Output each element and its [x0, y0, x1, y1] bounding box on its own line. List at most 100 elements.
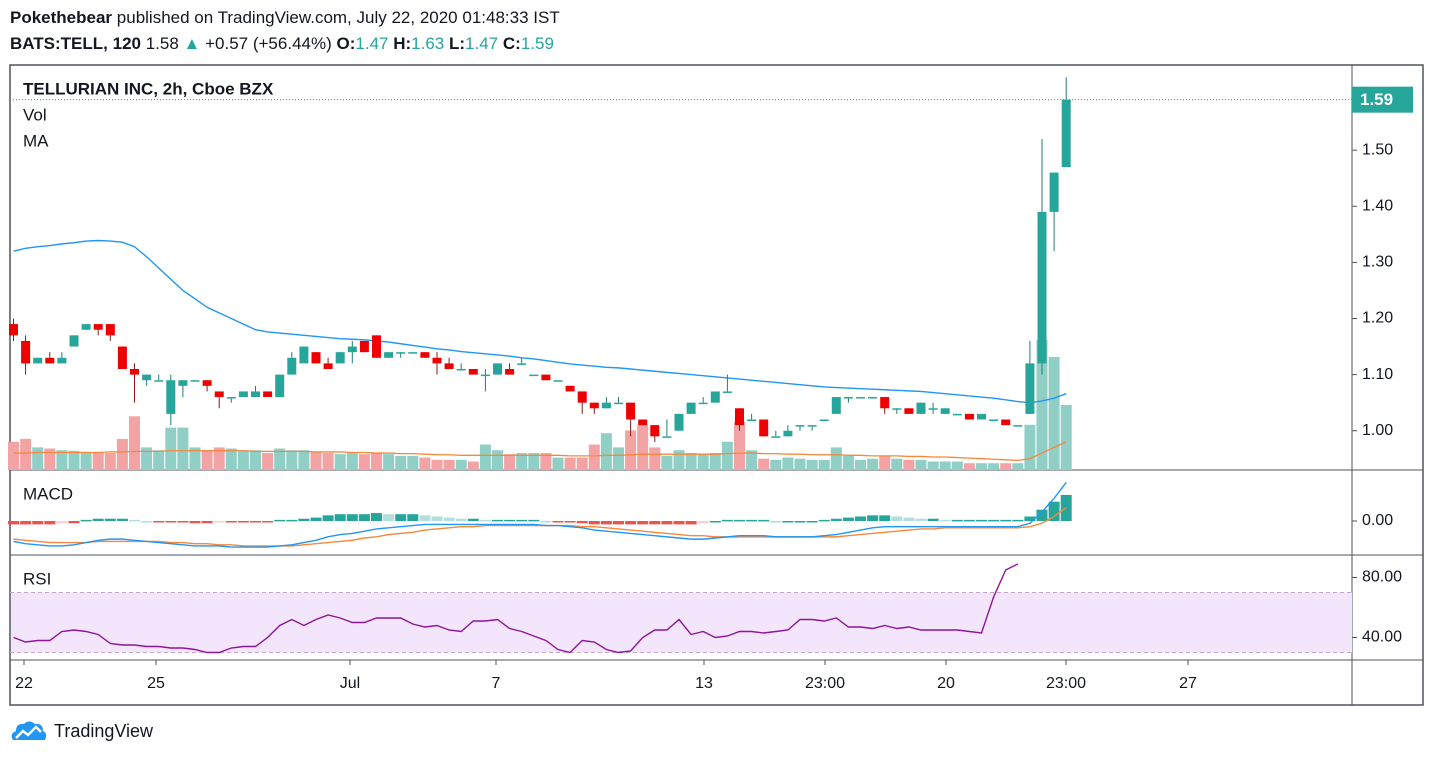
candle-body	[638, 419, 648, 426]
volume-bar	[504, 454, 516, 470]
volume-bar	[939, 461, 951, 470]
volume-bar	[492, 450, 503, 470]
macd-histogram-bar	[625, 521, 637, 525]
macd-histogram-bar	[286, 519, 298, 522]
price-chart[interactable]: 1.59 1.50 1.40 1.30 1.20 1.10 1.00 TELLURIAN IN…	[0, 0, 1435, 760]
candle-body	[868, 397, 878, 399]
candle-body	[105, 324, 115, 336]
macd-histogram-bar	[395, 514, 407, 521]
macd-histogram-bar	[92, 518, 104, 521]
macd-histogram-bar	[613, 521, 624, 525]
candle-body	[238, 391, 248, 398]
volume-bar	[613, 447, 624, 470]
candle-body	[299, 346, 309, 364]
macd-histogram-bar	[867, 515, 879, 521]
last-price-label: 1.59	[1360, 90, 1393, 109]
volume-bar	[951, 461, 963, 470]
candle-body	[81, 324, 91, 330]
price-tick-label: 1.40	[1362, 197, 1393, 214]
candle-body	[662, 436, 672, 438]
candle-body	[130, 369, 139, 375]
candle-body	[1049, 172, 1059, 212]
candle-body	[359, 340, 369, 353]
volume-bar	[758, 458, 770, 470]
macd-histogram-bar	[673, 521, 685, 525]
macd-histogram-bar	[927, 518, 939, 521]
candle-body	[9, 324, 18, 336]
candle-body	[565, 385, 575, 392]
time-tick-label: 23:00	[805, 675, 845, 692]
macd-histogram-bar	[322, 515, 334, 521]
macd-histogram-bar	[939, 519, 951, 522]
volume-bar	[20, 438, 32, 470]
macd-histogram-bar	[104, 518, 116, 521]
volume-bar	[104, 453, 116, 470]
macd-histogram-bar	[455, 518, 467, 521]
macd-histogram-bar	[903, 517, 915, 521]
macd-histogram-bar	[951, 519, 963, 522]
volume-bar	[92, 453, 104, 470]
volume-bar	[685, 453, 697, 470]
macd-histogram-bar	[552, 521, 564, 523]
candle-body	[989, 419, 999, 421]
volume-bar	[600, 433, 612, 470]
candle-body	[1037, 211, 1047, 364]
candle-body	[892, 408, 902, 410]
candle-body	[468, 369, 478, 375]
volume-bar	[153, 450, 165, 470]
macd-label: MACD	[23, 484, 73, 503]
macd-histogram-bar	[721, 519, 733, 522]
volume-bar	[286, 450, 298, 470]
volume-bar	[806, 459, 818, 470]
candle-body	[626, 402, 636, 420]
volume-bar	[963, 463, 975, 470]
volume-bar	[1012, 463, 1024, 470]
candle-body	[529, 374, 539, 377]
volume-bar	[1024, 424, 1036, 470]
brand-name: TradingView	[54, 720, 154, 741]
macd-histogram-bar	[177, 521, 189, 523]
time-tick-label: 22	[15, 675, 33, 692]
macd-histogram-bar	[431, 516, 443, 521]
rsi-label: RSI	[23, 569, 51, 588]
volume-bar	[649, 447, 661, 470]
footer-brand[interactable]: TradingView	[10, 720, 153, 742]
macd-histogram-bar	[443, 517, 455, 521]
candle-body	[964, 413, 974, 420]
macd-histogram-bar	[492, 519, 503, 522]
candle-body	[904, 408, 914, 414]
macd-histogram-bar	[80, 519, 92, 522]
candle-body	[977, 413, 986, 420]
candle-body	[93, 324, 103, 330]
macd-histogram-bar	[32, 521, 44, 525]
volume-bar	[116, 438, 128, 470]
macd-histogram-bar	[334, 514, 346, 521]
macd-histogram-bar	[600, 521, 612, 525]
candle-body	[880, 397, 890, 409]
volume-bar	[419, 457, 431, 470]
candle-body	[456, 369, 466, 371]
price-tick-label: 1.20	[1362, 310, 1393, 327]
volume-bar	[625, 430, 637, 470]
volume-bar	[371, 453, 382, 470]
volume-bar	[830, 447, 842, 470]
volume-bar	[770, 459, 782, 470]
volume-bar	[334, 454, 346, 470]
macd-histogram-bar	[782, 521, 794, 523]
candle-body	[686, 402, 696, 414]
candle-body	[856, 397, 865, 399]
volume-bar	[721, 441, 733, 470]
macd-histogram-bar	[274, 519, 286, 522]
candle-body	[335, 352, 345, 364]
volume-bar	[298, 450, 310, 470]
volume-bar	[56, 450, 68, 470]
candle-body	[843, 397, 853, 399]
macd-histogram-bar	[963, 519, 975, 522]
volume-bar	[165, 427, 177, 470]
macd-histogram-bar	[734, 519, 745, 522]
candle-body	[735, 408, 744, 426]
volume-bar	[1060, 405, 1072, 470]
macd-histogram-bar	[637, 521, 649, 525]
macd-histogram-bar	[746, 519, 758, 522]
indicator-label: Vol	[23, 105, 47, 124]
